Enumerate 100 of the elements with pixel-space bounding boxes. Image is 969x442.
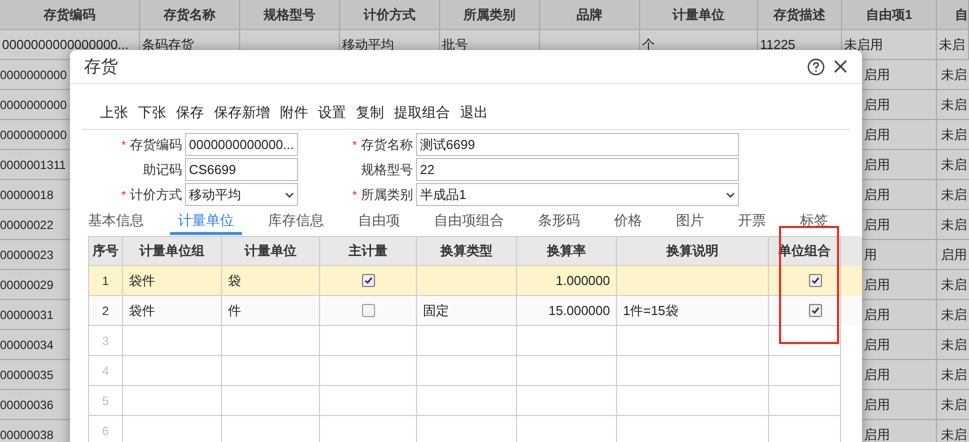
- required-mark: *: [121, 136, 126, 154]
- table-cell-text: 0000000000000000...: [2, 36, 129, 54]
- field-label: 存货名称: [361, 136, 413, 154]
- toolbar-button[interactable]: 设置: [318, 102, 346, 123]
- row-number: 6: [102, 422, 109, 440]
- input-field[interactable]: CS6699: [185, 158, 298, 181]
- field-label: 存货编码: [130, 136, 182, 154]
- column-header: 存货描述: [774, 6, 826, 24]
- toolbar-button[interactable]: 上张: [100, 102, 128, 123]
- column-header: 换算率: [547, 242, 586, 260]
- required-mark: *: [352, 136, 357, 154]
- table-cell-text: 启用: [864, 336, 890, 354]
- table-cell-text: 00000023: [0, 246, 54, 264]
- table-cell-text: 11225: [760, 36, 796, 54]
- table-cell-text: 启用: [864, 126, 890, 144]
- table-cell-text: 用: [864, 246, 877, 264]
- tab[interactable]: 图片: [668, 208, 712, 235]
- table-cell-text: 件: [228, 302, 241, 320]
- tab[interactable]: 开票: [730, 208, 774, 235]
- table-row[interactable]: 1 袋件 袋 1.000000: [88, 266, 862, 296]
- select-field[interactable]: 半成品1: [416, 183, 739, 206]
- table-cell-text: 未启: [941, 336, 967, 354]
- column-header: 所属类别: [464, 6, 516, 24]
- checkbox[interactable]: [362, 274, 374, 287]
- table-cell-text: 未启: [941, 96, 967, 114]
- table-cell-text: 未启: [939, 36, 965, 54]
- table-cell-text: 0000001311: [0, 156, 66, 174]
- table-cell-text: 15.000000: [548, 302, 610, 320]
- column-header: 主计量: [348, 242, 388, 260]
- row-number: 4: [102, 362, 109, 380]
- checkbox[interactable]: [362, 304, 374, 317]
- row-number: 2: [102, 302, 109, 320]
- toolbar-button[interactable]: 提取组合: [394, 102, 450, 123]
- column-header: 规格型号: [264, 6, 316, 24]
- tab[interactable]: 条形码: [530, 208, 588, 235]
- input-field[interactable]: 0000000000000...: [185, 133, 298, 156]
- table-row[interactable]: 2 袋件 件 固定 15.000000 1件=15袋: [88, 296, 862, 326]
- input-field[interactable]: 测试6699: [416, 133, 739, 156]
- table-cell-text: 启用: [941, 246, 967, 264]
- tab[interactable]: 库存信息: [260, 208, 332, 235]
- column-header: 计量单位: [244, 242, 296, 260]
- table-cell-text: 0000000000: [0, 126, 67, 144]
- field-label: 所属类别: [361, 186, 413, 204]
- checkbox[interactable]: [809, 274, 822, 287]
- toolbar-button[interactable]: 下张: [138, 102, 166, 123]
- required-mark: *: [352, 186, 357, 204]
- row-number: 5: [102, 392, 109, 410]
- toolbar-button[interactable]: 复制: [356, 102, 384, 123]
- checkbox[interactable]: [809, 304, 822, 317]
- table-cell-text: 启用: [864, 156, 890, 174]
- table-cell-text: 移动平均: [342, 36, 394, 54]
- column-header: 计量单位: [672, 6, 724, 24]
- table-cell-text: 启用: [864, 186, 890, 204]
- table-cell-text: 1.000000: [556, 272, 610, 290]
- column-header: 存货名称: [164, 6, 216, 24]
- table-cell-text: 0000000000: [0, 66, 67, 84]
- table-cell-text: 启用: [864, 366, 890, 384]
- table-cell-text: 启用: [864, 396, 890, 414]
- column-header: 换算说明: [666, 242, 718, 260]
- column-header: 换算类型: [440, 242, 492, 260]
- toolbar-button[interactable]: 保存新增: [214, 102, 270, 123]
- table-cell-text: 0000000000: [0, 96, 67, 114]
- table-cell-text: 未启: [941, 306, 967, 324]
- tab[interactable]: 基本信息: [80, 208, 152, 235]
- column-header: 存货编码: [44, 6, 96, 24]
- column-header: 计量单位组: [140, 242, 204, 260]
- tab[interactable]: 自由项: [350, 208, 408, 235]
- table-cell-text: 00000022: [0, 216, 54, 234]
- table-cell-text: 未启用: [844, 36, 883, 54]
- input-field[interactable]: 22: [416, 158, 739, 181]
- tab[interactable]: 自由项组合: [426, 208, 512, 235]
- table-cell-text: 启用: [864, 426, 890, 442]
- close-icon[interactable]: [833, 59, 848, 74]
- select-field[interactable]: 移动平均: [185, 183, 298, 206]
- table-cell-text: 00000031: [0, 306, 54, 324]
- table-cell-text: 未启: [941, 366, 967, 384]
- required-mark: *: [121, 186, 126, 204]
- table-cell-text: 袋: [228, 272, 241, 290]
- table-cell-text: 固定: [423, 302, 449, 320]
- field-label: 规格型号: [361, 160, 413, 179]
- table-cell-text: 00000038: [0, 426, 54, 442]
- table-cell-text: 袋件: [129, 302, 155, 320]
- table-cell-text: 00000034: [0, 336, 54, 354]
- table-cell-text: 启用: [864, 216, 890, 234]
- column-header: 序号: [92, 242, 118, 260]
- table-cell-text: 启用: [864, 306, 890, 324]
- help-icon[interactable]: [807, 58, 825, 76]
- field-label: 计价方式: [130, 186, 182, 204]
- table-cell-text: 个: [642, 36, 655, 54]
- field-label: 助记码: [143, 160, 182, 179]
- table-cell-text: 启用: [864, 66, 890, 84]
- table-cell-text: 未启: [941, 426, 967, 442]
- chevron-down-icon: [726, 192, 735, 198]
- toolbar-button[interactable]: 退出: [460, 102, 488, 123]
- toolbar-button[interactable]: 保存: [176, 102, 204, 123]
- toolbar-button[interactable]: 附件: [280, 102, 308, 123]
- table-cell-text: 启用: [864, 96, 890, 114]
- table-cell-text: 00000036: [0, 396, 54, 414]
- tab[interactable]: 价格: [606, 208, 650, 235]
- column-header: 自由项1: [866, 6, 912, 24]
